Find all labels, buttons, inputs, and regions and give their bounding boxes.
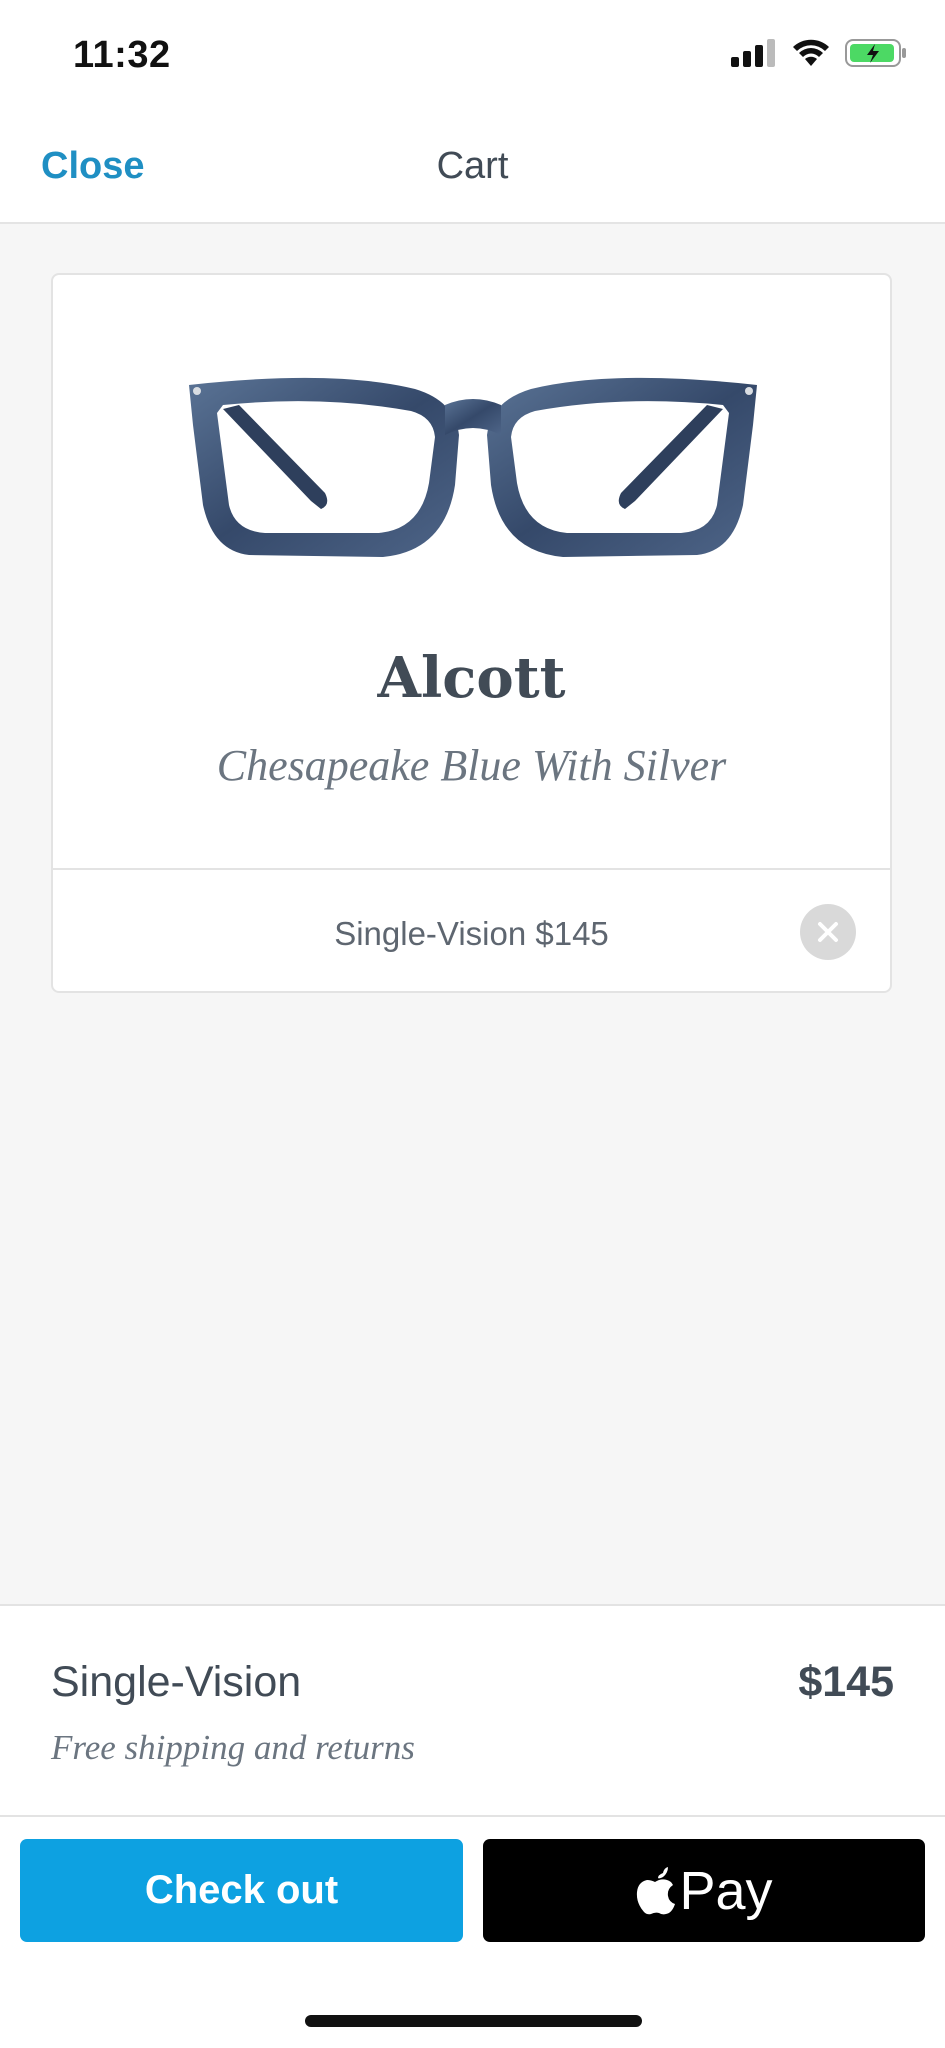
glasses-image [189,377,757,557]
product-color: Chesapeake Blue With Silver [216,741,727,790]
apple-icon [637,1866,676,1914]
divider [53,868,890,870]
summary-price: $145 [798,1658,894,1706]
signal-icon [731,39,775,67]
remove-item-button[interactable] [800,904,856,960]
lens-type-price: Single-Vision $145 [334,915,609,952]
home-indicator [305,2015,642,2027]
cart-item-card: Alcott Chesapeake Blue With Silver Singl… [51,273,892,993]
battery-charging-icon [845,39,906,67]
apple-pay-button[interactable]: Pay [483,1839,925,1942]
status-bar: 11:32 [0,0,945,115]
status-time: 11:32 [73,34,171,76]
product-name: Alcott [377,645,566,711]
shipping-note: Free shipping and returns [51,1728,415,1767]
order-summary: Single-Vision $145 Free shipping and ret… [0,1604,945,1817]
apple-pay-label: Pay [679,1860,773,1921]
close-icon [818,922,838,942]
summary-label: Single-Vision [51,1658,302,1706]
bottom-actions: Check out Pay [0,1817,945,2048]
wifi-icon [793,39,829,66]
checkout-button[interactable]: Check out [20,1839,463,1942]
close-button[interactable]: Close [41,145,144,188]
nav-bar: Cart Close [0,115,945,224]
status-icons [731,38,907,68]
